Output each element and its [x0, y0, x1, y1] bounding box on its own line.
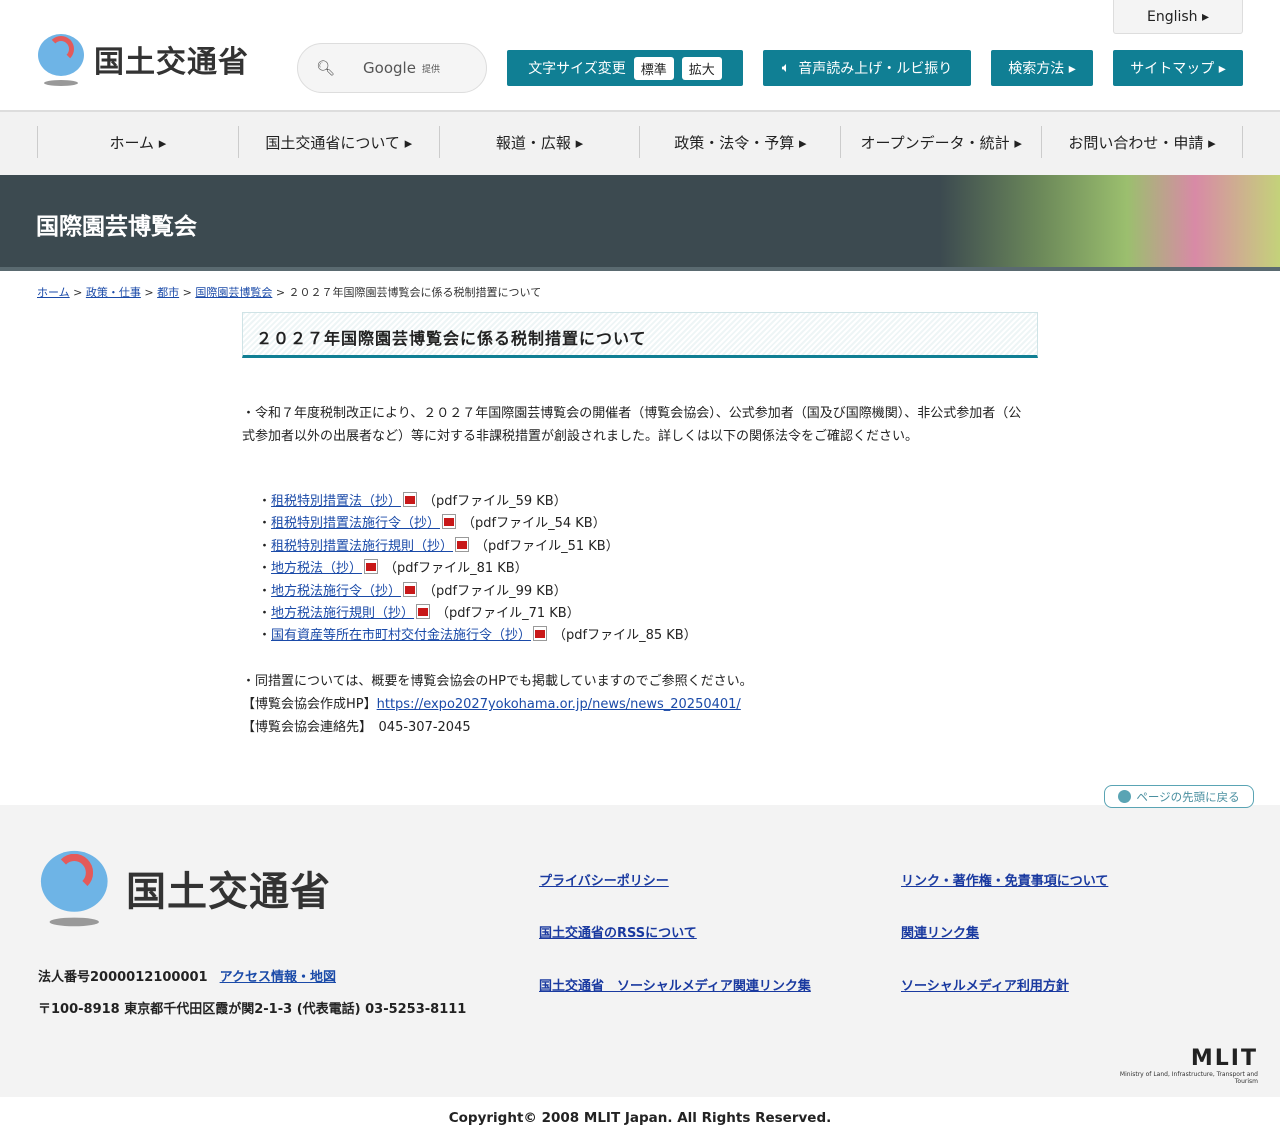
- document-item: ・地方税法施行令（抄） （pdfファイル_99 KB）: [258, 581, 567, 599]
- nav-press[interactable]: 報道・広報 ▸: [438, 126, 640, 158]
- divider: [0, 267, 1280, 271]
- search-placeholder: Google: [363, 59, 416, 77]
- hp-label: 【博覧会協会作成HP】: [242, 697, 377, 712]
- related-links[interactable]: 関連リンク集: [901, 922, 979, 941]
- english-link[interactable]: English ▸: [1113, 0, 1243, 34]
- search-method-button[interactable]: 検索方法 ▸: [991, 50, 1093, 86]
- contact-label: 【博覧会協会連絡先】: [242, 720, 366, 735]
- pdf-icon: [364, 559, 379, 575]
- font-standard-button[interactable]: 標準: [633, 56, 674, 80]
- notes: ・同措置については、概要を博覧会協会のHPでも掲載していますのでご参照ください。…: [242, 670, 753, 739]
- corp-number: 法人番号2000012100001: [38, 970, 208, 985]
- intro-text: ・令和７年度税制改正により、２０２７年国際園芸博覧会の開催者（博覧会協会）、公式…: [242, 406, 1022, 444]
- document-link[interactable]: 租税特別措置法施行令（抄）: [271, 516, 440, 531]
- document-item: ・租税特別措置法施行令（抄） （pdfファイル_54 KB）: [258, 514, 606, 532]
- document-item: ・租税特別措置法施行規則（抄） （pdfファイル_51 KB）: [258, 536, 619, 554]
- sitemap-button[interactable]: サイトマップ ▸: [1113, 50, 1243, 86]
- document-link[interactable]: 国有資産等所在市町村交付金法施行令（抄）: [271, 628, 531, 643]
- font-large-button[interactable]: 拡大: [681, 56, 722, 80]
- font-size-label: 文字サイズ変更: [528, 61, 626, 77]
- breadcrumb: ホーム > 政策・仕事 > 都市 > 国際園芸博覧会 > ２０２７年国際園芸博覧…: [37, 284, 541, 300]
- arrow-up-icon: [1118, 790, 1132, 803]
- mlit-subtitle: Ministry of Land, Infrastructure, Transp…: [1119, 1071, 1258, 1085]
- mlit-logo-icon: [38, 848, 111, 964]
- footer-info: 法人番号2000012100001 アクセス情報・地図 〒100-8918 東京都…: [38, 962, 466, 1026]
- nav-policy[interactable]: 政策・法令・予算 ▸: [639, 126, 840, 158]
- nav-contact[interactable]: お問い合わせ・申請 ▸: [1041, 126, 1243, 158]
- copyright-link[interactable]: リンク・著作権・免責事項について: [901, 870, 1108, 889]
- page-title: ２０２７年国際園芸博覧会に係る税制措置について: [242, 312, 1038, 358]
- site-logo[interactable]: 国土交通省: [36, 32, 249, 86]
- document-link[interactable]: 地方税法施行規則（抄）: [271, 606, 414, 621]
- file-size: （pdfファイル_54 KB）: [462, 516, 606, 532]
- social-links[interactable]: 国土交通省 ソーシャルメディア関連リンク集: [539, 975, 811, 994]
- banner-title: 国際園芸博覧会: [36, 214, 197, 240]
- breadcrumb-home[interactable]: ホーム: [37, 286, 70, 299]
- mlit-wordmark: MLIT Ministry of Land, Infrastructure, Tr…: [1100, 1046, 1258, 1085]
- document-item: ・租税特別措置法（抄） （pdfファイル_59 KB）: [258, 492, 567, 509]
- nav-opendata[interactable]: オープンデータ・統計 ▸: [840, 126, 1041, 158]
- address: 〒100-8918 東京都千代田区霞が関2-1-3 (代表電話) 03-5253…: [38, 1002, 467, 1017]
- search-icon: 🔍︎: [316, 59, 336, 77]
- pdf-icon: [403, 492, 418, 507]
- breadcrumb-expo[interactable]: 国際園芸博覧会: [195, 286, 272, 299]
- expo-hp-link[interactable]: https://expo2027yokohama.or.jp/news/news…: [377, 697, 741, 712]
- logo-text: 国土交通省: [94, 45, 249, 80]
- pdf-icon: [533, 626, 548, 642]
- speaker-icon: 🔈︎: [781, 60, 791, 76]
- breadcrumb-sep: >: [144, 286, 154, 299]
- mlit-text: MLIT: [1190, 1046, 1258, 1071]
- document-link[interactable]: 租税特別措置法（抄）: [271, 494, 401, 509]
- mlit-logo-icon: [36, 32, 86, 86]
- document-item: ・地方税法（抄） （pdfファイル_81 KB）: [258, 559, 528, 577]
- breadcrumb-current: ２０２７年国際園芸博覧会に係る税制措置について: [288, 286, 542, 299]
- pdf-icon: [403, 581, 418, 597]
- category-banner: 国際園芸博覧会: [0, 175, 1280, 267]
- file-size: （pdfファイル_85 KB）: [553, 628, 697, 644]
- garden-image: [940, 175, 1280, 267]
- footer-logo-text: 国土交通省: [126, 869, 331, 915]
- rss-link[interactable]: 国土交通省のRSSについて: [539, 922, 697, 941]
- breadcrumb-sep: >: [182, 286, 192, 299]
- font-size-control: 文字サイズ変更 標準 拡大: [507, 50, 743, 86]
- file-size: （pdfファイル_99 KB）: [423, 583, 567, 599]
- access-link[interactable]: アクセス情報・地図: [220, 970, 336, 985]
- breadcrumb-sep: >: [73, 286, 83, 299]
- document-item: ・国有資産等所在市町村交付金法施行令（抄） （pdfファイル_85 KB）: [258, 626, 697, 644]
- file-size: （pdfファイル_71 KB）: [436, 606, 580, 622]
- back-to-top-button[interactable]: ページの先頭に戻る: [1104, 785, 1254, 808]
- note-text: ・同措置については、概要を博覧会協会のHPでも掲載していますのでご参照ください。: [242, 674, 753, 689]
- pdf-icon: [416, 604, 431, 620]
- breadcrumb-city[interactable]: 都市: [157, 286, 179, 299]
- nav-home[interactable]: ホーム ▸: [37, 126, 238, 158]
- search-input[interactable]: 🔍︎ Google 提供: [297, 43, 487, 93]
- voice-button[interactable]: 🔈︎ 音声読み上げ・ルビ振り: [763, 50, 971, 86]
- privacy-link[interactable]: プライバシーポリシー: [539, 870, 669, 889]
- document-link[interactable]: 地方税法（抄）: [271, 561, 362, 576]
- contact-tel: 045-307-2045: [378, 720, 471, 735]
- copyright: Copyright© 2008 MLIT Japan. All Rights R…: [448, 1110, 832, 1126]
- document-item: ・地方税法施行規則（抄） （pdfファイル_71 KB）: [258, 604, 580, 622]
- pdf-icon: [442, 514, 457, 530]
- file-size: （pdfファイル_59 KB）: [423, 494, 567, 509]
- social-policy-link[interactable]: ソーシャルメディア利用方針: [901, 975, 1069, 994]
- breadcrumb-policy[interactable]: 政策・仕事: [86, 286, 141, 299]
- document-link[interactable]: 租税特別措置法施行規則（抄）: [271, 539, 453, 554]
- nav-about[interactable]: 国土交通省について ▸: [237, 126, 439, 158]
- back-to-top-label: ページの先頭に戻る: [1136, 789, 1240, 804]
- document-link[interactable]: 地方税法施行令（抄）: [271, 584, 401, 599]
- file-size: （pdfファイル_51 KB）: [475, 538, 619, 554]
- voice-label: 音声読み上げ・ルビ振り: [798, 61, 953, 77]
- global-nav: ホーム ▸ 国土交通省について ▸ 報道・広報 ▸ 政策・法令・予算 ▸ オープ…: [0, 112, 1280, 175]
- pdf-icon: [455, 536, 470, 552]
- breadcrumb-sep: >: [275, 286, 286, 299]
- document-list: ・租税特別措置法（抄） （pdfファイル_59 KB） ・租税特別措置法施行令（抄）…: [258, 491, 697, 648]
- search-suffix: 提供: [421, 64, 440, 75]
- footer-logo[interactable]: 国土交通省: [38, 848, 331, 928]
- file-size: （pdfファイル_81 KB）: [384, 561, 528, 577]
